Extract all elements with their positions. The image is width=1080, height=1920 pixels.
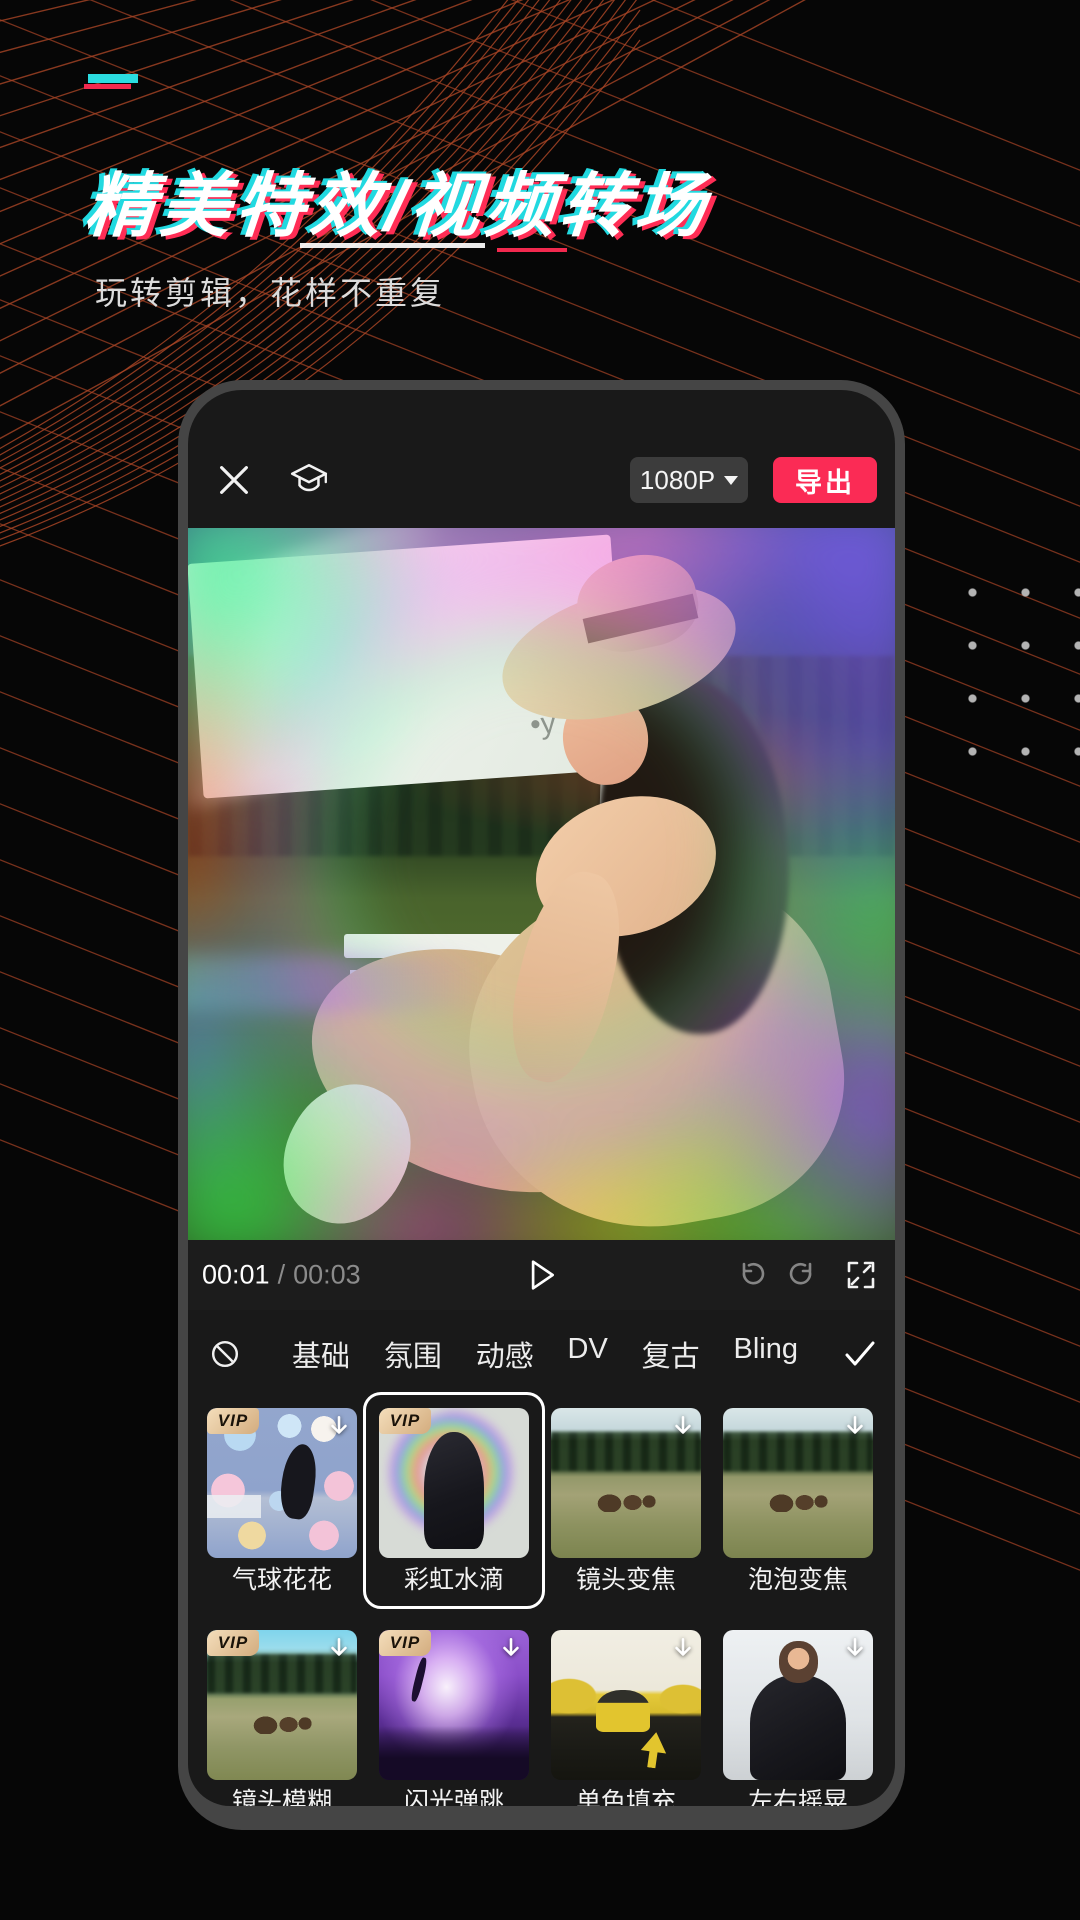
effect-label: 镜头模糊	[207, 1790, 357, 1806]
tab-3[interactable]: 动感	[476, 1333, 534, 1375]
effect-card[interactable]: 左右摇晃	[723, 1630, 873, 1806]
effect-card[interactable]: VIP 镜头模糊	[207, 1630, 357, 1806]
dot-grid	[946, 566, 1080, 766]
effect-thumbnail[interactable]	[723, 1408, 873, 1558]
download-icon[interactable]	[670, 1413, 696, 1439]
tutorial-icon[interactable]	[288, 461, 330, 499]
effect-thumbnail[interactable]: VIP	[207, 1408, 357, 1558]
editor-toolbar: 1080P 导出	[188, 454, 895, 510]
tab-5[interactable]: 复古	[642, 1333, 700, 1375]
tab-list: 基础氛围动感 DV 复古 Bling	[292, 1333, 798, 1375]
download-icon[interactable]	[498, 1635, 524, 1661]
current-time: 00:01	[202, 1260, 270, 1290]
fullscreen-icon[interactable]	[845, 1259, 877, 1291]
effect-label: 闪光弹跳	[379, 1790, 529, 1806]
page: 精美特效/视频转场 玩转剪辑，花样不重复 1080P 导出	[0, 0, 1080, 1920]
app-screen: 1080P 导出 •y	[188, 390, 895, 1806]
download-icon[interactable]	[842, 1413, 868, 1439]
export-button[interactable]: 导出	[773, 457, 877, 503]
close-icon[interactable]	[216, 462, 252, 498]
time-separator: /	[278, 1260, 286, 1290]
effects-row-1: VIP 气球花花 VIP 彩虹水滴镜头变焦泡泡变焦	[207, 1408, 873, 1593]
tab-2[interactable]: 氛围	[384, 1333, 442, 1375]
effect-card[interactable]: 单色填充	[551, 1630, 701, 1806]
effect-label: 单色填充	[551, 1790, 701, 1806]
rainbow-holo-overlay	[188, 528, 895, 1240]
confirm-check-icon[interactable]	[842, 1339, 878, 1369]
download-icon[interactable]	[326, 1413, 352, 1439]
download-icon[interactable]	[670, 1635, 696, 1661]
download-icon[interactable]	[842, 1635, 868, 1661]
tab-4[interactable]: DV	[568, 1333, 608, 1375]
vip-badge: VIP	[207, 1408, 259, 1434]
effect-thumbnail[interactable]: VIP	[379, 1630, 529, 1780]
redo-icon[interactable]	[789, 1259, 821, 1291]
effect-thumbnail[interactable]	[723, 1630, 873, 1780]
vip-badge: VIP	[207, 1630, 259, 1656]
download-icon[interactable]	[326, 1635, 352, 1661]
glitch-fragment	[497, 248, 567, 252]
total-time: 00:03	[293, 1260, 361, 1290]
time-display: 00:01 /00:03	[202, 1260, 361, 1291]
tab-1[interactable]: 基础	[292, 1333, 350, 1375]
effect-thumbnail[interactable]: VIP	[207, 1630, 357, 1780]
effect-label: 彩虹水滴	[379, 1568, 529, 1593]
effect-thumbnail[interactable]	[551, 1408, 701, 1558]
vip-badge: VIP	[379, 1408, 431, 1434]
playback-bar: 00:01 /00:03	[188, 1240, 895, 1310]
glitch-dash-cyan	[88, 74, 138, 83]
effect-card[interactable]: VIP 彩虹水滴	[379, 1408, 529, 1593]
effect-label: 泡泡变焦	[723, 1568, 873, 1593]
no-effect-icon[interactable]	[208, 1337, 242, 1371]
glitch-dash-red	[84, 84, 131, 89]
effect-thumbnail[interactable]	[551, 1630, 701, 1780]
effects-row-2: VIP 镜头模糊 VIP 闪光弹跳 单色填充 左右摇晃	[207, 1630, 873, 1806]
undo-icon[interactable]	[733, 1259, 765, 1291]
effect-card[interactable]: 镜头变焦	[551, 1408, 701, 1593]
page-subtitle: 玩转剪辑，花样不重复	[95, 268, 445, 314]
effect-label: 镜头变焦	[551, 1568, 701, 1593]
effect-thumbnail[interactable]: VIP	[379, 1408, 529, 1558]
playbar-actions	[733, 1259, 877, 1291]
effect-card[interactable]: VIP 闪光弹跳	[379, 1630, 529, 1806]
effect-category-tabs: 基础氛围动感 DV 复古 Bling	[188, 1328, 895, 1380]
phone-mockup: 1080P 导出 •y	[178, 380, 905, 1830]
video-preview[interactable]: •y	[188, 528, 895, 1240]
resolution-dropdown[interactable]: 1080P	[630, 457, 748, 503]
vip-badge: VIP	[379, 1630, 431, 1656]
effect-label: 左右摇晃	[723, 1790, 873, 1806]
effect-card[interactable]: VIP 气球花花	[207, 1408, 357, 1593]
effect-label: 气球花花	[207, 1568, 357, 1593]
tab-6[interactable]: Bling	[734, 1333, 799, 1375]
glitch-fragment	[300, 243, 485, 248]
play-button[interactable]	[526, 1256, 558, 1294]
page-title: 精美特效/视频转场	[82, 150, 715, 251]
resolution-value: 1080P	[640, 465, 715, 496]
chevron-down-icon	[724, 476, 738, 485]
effect-card[interactable]: 泡泡变焦	[723, 1408, 873, 1593]
